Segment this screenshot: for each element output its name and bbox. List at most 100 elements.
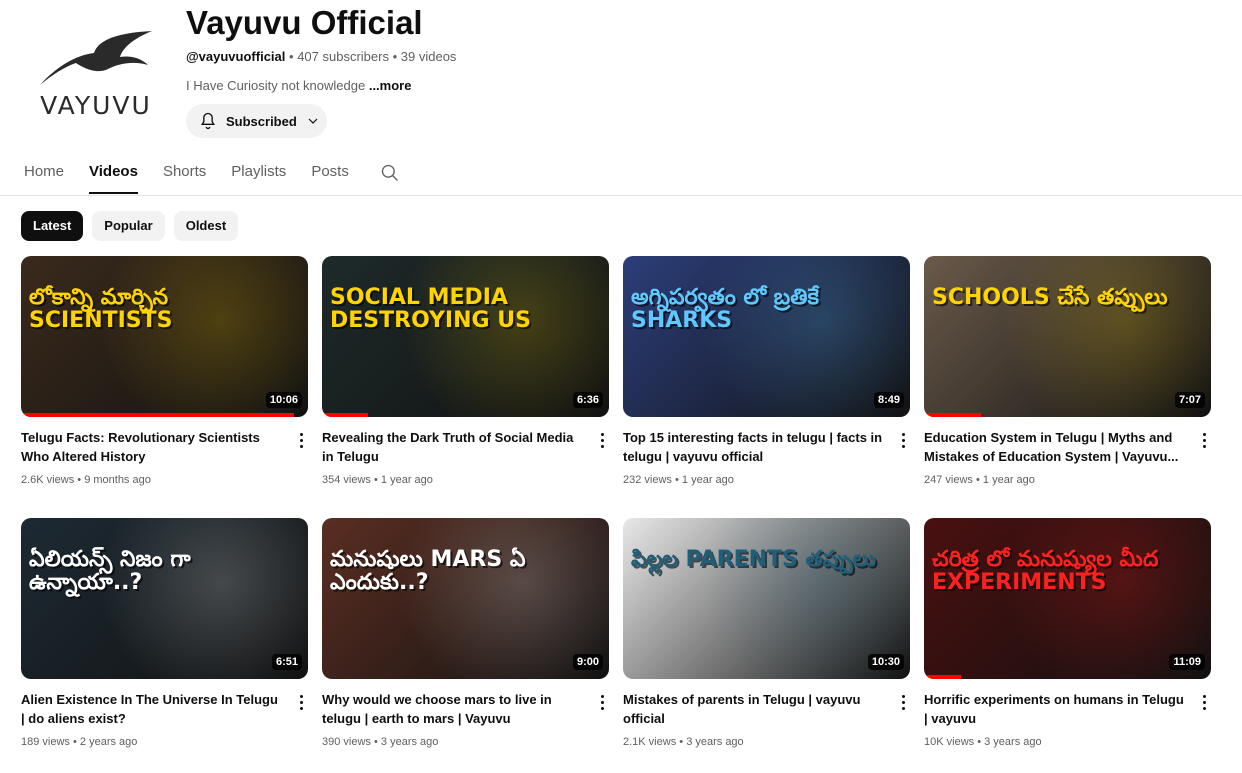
video-meta: 189 views • 2 years ago xyxy=(21,736,137,748)
channel-meta: @vayuvuofficial • 407 subscribers • 39 v… xyxy=(186,49,456,64)
video-thumbnail[interactable]: పిల్లల PARENTS తప్పులు 10:30 xyxy=(623,518,910,679)
thumbnail-art xyxy=(322,256,609,417)
more-actions-icon[interactable] xyxy=(595,692,609,712)
duration-badge: 8:49 xyxy=(873,392,904,408)
video-card[interactable]: చరిత్ర లో మనుష్యుల మీద EXPERIMENTS 11:09… xyxy=(924,518,1211,748)
thumbnail-art xyxy=(924,518,1211,679)
meta-separator: • xyxy=(679,736,684,748)
sort-chips: Latest Popular Oldest xyxy=(21,211,239,241)
video-meta: 247 views • 1 year ago xyxy=(924,474,1035,486)
video-meta: 232 views • 1 year ago xyxy=(623,474,734,486)
upload-age: 3 years ago xyxy=(686,736,744,748)
meta-separator: • xyxy=(975,474,980,486)
video-card[interactable]: మనుషులు MARS ఏ ఎందుకు..? 9:00 Why would … xyxy=(322,518,609,748)
video-title[interactable]: Mistakes of parents in Telugu | vayuvu o… xyxy=(623,690,885,728)
video-thumbnail[interactable]: SOCIAL MEDIA DESTROYING US 6:36 xyxy=(322,256,609,417)
video-thumbnail[interactable]: లోకాన్ని మార్చిన SCIENTISTS 10:06 xyxy=(21,256,308,417)
more-actions-icon[interactable] xyxy=(896,430,910,450)
logo-text: VAYUVU xyxy=(40,90,152,120)
thumbnail-headline: లోకాన్ని మార్చిన SCIENTISTS xyxy=(29,285,173,334)
view-count: 2.6K views xyxy=(21,474,75,486)
video-title[interactable]: Why would we choose mars to live in telu… xyxy=(322,690,584,728)
chip-oldest[interactable]: Oldest xyxy=(173,211,239,241)
subscribed-button[interactable]: Subscribed xyxy=(186,104,327,138)
chip-popular[interactable]: Popular xyxy=(92,211,165,241)
watch-progress-bar xyxy=(924,675,962,679)
tab-shorts[interactable]: Shorts xyxy=(163,150,206,194)
subscriber-count: 407 subscribers xyxy=(297,49,389,64)
view-count: 10K views xyxy=(924,736,975,748)
more-actions-icon[interactable] xyxy=(896,692,910,712)
channel-description[interactable]: I Have Curiosity not knowledge ...more xyxy=(186,78,411,93)
thumbnail-art xyxy=(924,256,1211,417)
view-count: 247 views xyxy=(924,474,973,486)
video-meta: 2.6K views • 9 months ago xyxy=(21,474,151,486)
more-link[interactable]: ...more xyxy=(369,78,412,93)
video-card[interactable]: SOCIAL MEDIA DESTROYING US 6:36 Revealin… xyxy=(322,256,609,486)
video-count: 39 videos xyxy=(400,49,457,64)
more-actions-icon[interactable] xyxy=(1197,692,1211,712)
video-thumbnail[interactable]: ఏలియన్స్ నిజం గా ఉన్నాయా..? 6:51 xyxy=(21,518,308,679)
watch-progress-bar xyxy=(322,413,368,417)
video-title[interactable]: Top 15 interesting facts in telugu | fac… xyxy=(623,428,885,466)
meta-separator: • xyxy=(977,736,982,748)
more-actions-icon[interactable] xyxy=(1197,430,1211,450)
meta-separator: • xyxy=(373,474,378,486)
meta-separator: • xyxy=(289,49,294,64)
thumbnail-headline: చరిత్ర లో మనుష్యుల మీద EXPERIMENTS xyxy=(932,547,1159,596)
view-count: 354 views xyxy=(322,474,371,486)
channel-avatar[interactable]: VAYUVU xyxy=(22,14,170,132)
video-meta: 390 views • 3 years ago xyxy=(322,736,438,748)
channel-handle: @vayuvuofficial xyxy=(186,49,286,64)
thumbnail-art xyxy=(623,256,910,417)
video-card[interactable]: అగ్నిపర్వతం లో బ్రతికే SHARKS 8:49 Top 1… xyxy=(623,256,910,486)
tab-home[interactable]: Home xyxy=(24,150,64,194)
search-icon[interactable] xyxy=(380,163,400,183)
video-title[interactable]: Alien Existence In The Universe In Telug… xyxy=(21,690,283,728)
video-thumbnail[interactable]: చరిత్ర లో మనుష్యుల మీద EXPERIMENTS 11:09 xyxy=(924,518,1211,679)
video-meta: 354 views • 1 year ago xyxy=(322,474,433,486)
tabs-divider xyxy=(0,195,1242,196)
video-card[interactable]: పిల్లల PARENTS తప్పులు 10:30 Mistakes of… xyxy=(623,518,910,748)
upload-age: 9 months ago xyxy=(84,474,151,486)
channel-tabs: Home Videos Shorts Playlists Posts xyxy=(24,150,374,194)
video-meta: 10K views • 3 years ago xyxy=(924,736,1042,748)
more-actions-icon[interactable] xyxy=(294,692,308,712)
duration-badge: 10:06 xyxy=(265,392,302,408)
video-meta: 2.1K views • 3 years ago xyxy=(623,736,744,748)
upload-age: 3 years ago xyxy=(380,736,439,748)
tab-posts[interactable]: Posts xyxy=(311,150,349,194)
video-title[interactable]: Horrific experiments on humans in Telugu… xyxy=(924,690,1186,728)
subscribed-label: Subscribed xyxy=(226,113,297,129)
more-actions-icon[interactable] xyxy=(595,430,609,450)
upload-age: 1 year ago xyxy=(681,474,734,486)
video-thumbnail[interactable]: SCHOOLS చేసే తప్పులు 7:07 xyxy=(924,256,1211,417)
video-title[interactable]: Education System in Telugu | Myths and M… xyxy=(924,428,1186,466)
channel-name: Vayuvu Official xyxy=(186,4,423,41)
thumbnail-headline: SOCIAL MEDIA DESTROYING US xyxy=(330,285,531,334)
duration-badge: 10:30 xyxy=(867,654,904,670)
meta-separator: • xyxy=(373,736,378,748)
thumbnail-art xyxy=(21,518,308,679)
video-title[interactable]: Revealing the Dark Truth of Social Media… xyxy=(322,428,584,466)
video-card[interactable]: SCHOOLS చేసే తప్పులు 7:07 Education Syst… xyxy=(924,256,1211,486)
thumbnail-art xyxy=(21,256,308,417)
thumbnail-headline: ఏలియన్స్ నిజం గా ఉన్నాయా..? xyxy=(29,547,191,596)
thumbnail-art xyxy=(623,518,910,679)
watch-progress-bar xyxy=(924,413,982,417)
watch-progress-bar xyxy=(21,413,294,417)
video-title[interactable]: Telugu Facts: Revolutionary Scientists W… xyxy=(21,428,283,466)
thumbnail-headline: మనుషులు MARS ఏ ఎందుకు..? xyxy=(330,547,526,596)
upload-age: 3 years ago xyxy=(984,736,1042,748)
tab-playlists[interactable]: Playlists xyxy=(231,150,286,194)
more-actions-icon[interactable] xyxy=(294,430,308,450)
thumbnail-art xyxy=(322,518,609,679)
tab-videos[interactable]: Videos xyxy=(89,150,138,194)
chip-latest[interactable]: Latest xyxy=(21,211,84,241)
video-thumbnail[interactable]: అగ్నిపర్వతం లో బ్రతికే SHARKS 8:49 xyxy=(623,256,910,417)
video-card[interactable]: లోకాన్ని మార్చిన SCIENTISTS 10:06 Telugu… xyxy=(21,256,308,486)
duration-badge: 6:36 xyxy=(572,392,603,408)
video-thumbnail[interactable]: మనుషులు MARS ఏ ఎందుకు..? 9:00 xyxy=(322,518,609,679)
video-card[interactable]: ఏలియన్స్ నిజం గా ఉన్నాయా..? 6:51 Alien E… xyxy=(21,518,308,748)
description-text: I Have Curiosity not knowledge xyxy=(186,78,366,93)
